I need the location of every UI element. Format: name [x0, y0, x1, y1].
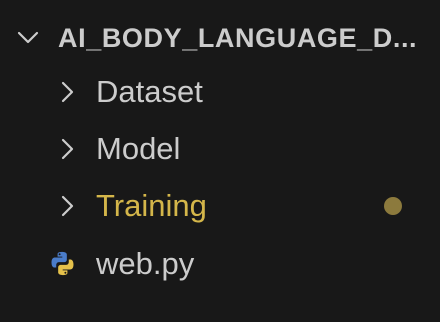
- chevron-right-icon: [61, 195, 74, 217]
- explorer-section-title: AI_BODY_LANGUAGE_D...: [58, 23, 418, 53]
- file-explorer: AI_BODY_LANGUAGE_D... Dataset Model Trai…: [0, 0, 440, 322]
- tree-item-label: Training: [96, 188, 207, 223]
- python-icon: [51, 251, 74, 276]
- chevron-right-icon: [61, 81, 74, 103]
- tree-item-web-py[interactable]: web.py: [0, 236, 440, 292]
- tree-item-label: web.py: [96, 246, 195, 281]
- modified-indicator-dot: [384, 197, 402, 215]
- tree-item-label: Dataset: [96, 74, 203, 109]
- chevron-down-icon: [17, 31, 39, 44]
- chevron-right-icon: [61, 138, 74, 160]
- explorer-section-header[interactable]: AI_BODY_LANGUAGE_D...: [0, 10, 440, 66]
- tree-item-dataset[interactable]: Dataset: [0, 64, 440, 120]
- tree-item-label: Model: [96, 131, 181, 166]
- tree-item-training[interactable]: Training: [0, 178, 440, 234]
- tree-item-model[interactable]: Model: [0, 121, 440, 177]
